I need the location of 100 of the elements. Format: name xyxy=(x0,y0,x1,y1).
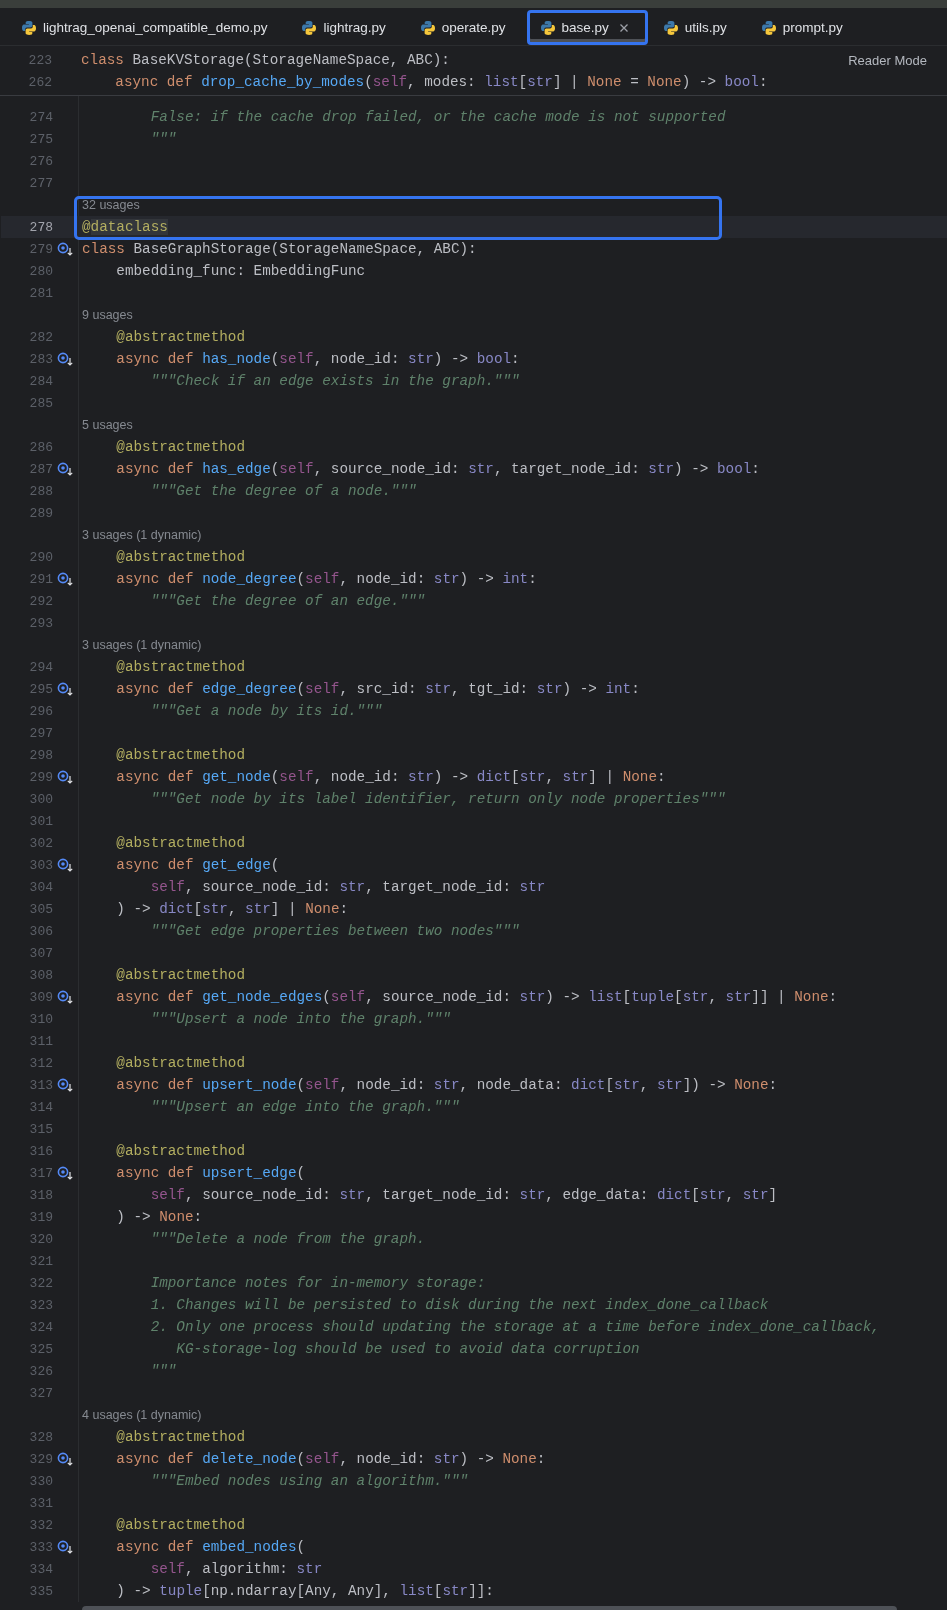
line-number: 321 xyxy=(28,1253,53,1269)
line-number: 327 xyxy=(28,1385,53,1401)
line-number: 305 xyxy=(28,901,53,917)
code-line: async def upsert_node(self, node_id: str, node_data: dict[str, str]) -> None: xyxy=(115,1077,778,1093)
code-line: class BaseGraphStorage(StorageNameSpace, ABC): xyxy=(82,241,477,257)
file-tab[interactable]: lightrag_openai_compatible_demo.py xyxy=(8,10,287,45)
gutter-marker-icon[interactable] xyxy=(57,1078,73,1092)
line-number: 319 xyxy=(28,1209,53,1225)
python-file-icon xyxy=(662,19,679,36)
line-number: 335 xyxy=(28,1583,53,1599)
line-number: 328 xyxy=(28,1429,53,1445)
line-number: 302 xyxy=(28,835,53,851)
gutter-marker-icon[interactable] xyxy=(57,1540,73,1554)
line-number: 290 xyxy=(28,549,53,565)
line-number: 330 xyxy=(28,1473,53,1489)
usage-hint[interactable]: 3 usages (1 dynamic) xyxy=(82,528,202,542)
line-number: 282 xyxy=(28,329,53,345)
usage-hint[interactable]: 4 usages (1 dynamic) xyxy=(82,1408,202,1422)
line-number: 318 xyxy=(28,1187,53,1203)
gutter-marker-icon[interactable] xyxy=(57,990,73,1004)
code-line: @abstractmethod xyxy=(115,549,245,565)
line-number: 262 xyxy=(27,74,52,90)
line-number: 279 xyxy=(28,241,53,257)
code-line: """Check if an edge exists in the graph.""" xyxy=(149,373,520,389)
line-number: 306 xyxy=(28,923,53,939)
code-line: """ xyxy=(149,1363,177,1379)
usage-hint[interactable]: 5 usages xyxy=(82,418,133,432)
code-line: async def upsert_edge( xyxy=(115,1165,306,1181)
line-number: 298 xyxy=(28,747,53,763)
usage-hint[interactable]: 9 usages xyxy=(82,308,133,322)
gutter-marker-icon[interactable] xyxy=(57,572,73,586)
line-number: 303 xyxy=(28,857,53,873)
line-number: 276 xyxy=(28,153,53,169)
line-number: 316 xyxy=(28,1143,53,1159)
code-line: ) -> dict[str, str] | None: xyxy=(115,901,349,917)
code-line: @abstractmethod xyxy=(115,329,245,345)
line-number: 325 xyxy=(28,1341,53,1357)
usage-hint[interactable]: 32 usages xyxy=(82,198,140,212)
line-number: 287 xyxy=(28,461,53,477)
gutter-marker-icon[interactable] xyxy=(57,462,73,476)
line-number: 309 xyxy=(28,989,53,1005)
code-line: async def has_edge(self, source_node_id: str, target_node_id: str) -> bool: xyxy=(115,461,760,477)
line-number: 331 xyxy=(28,1495,53,1511)
file-tab[interactable]: base.py xyxy=(526,10,648,45)
line-number: 288 xyxy=(28,483,53,499)
line-number: 284 xyxy=(28,373,53,389)
python-file-icon xyxy=(21,19,37,36)
code-line: @abstractmethod xyxy=(115,747,245,763)
code-line: async def has_node(self, node_id: str) -> bool: xyxy=(115,351,520,367)
code-line: 1. Changes will be persisted to disk during the next index_done_callback xyxy=(149,1297,769,1313)
code-line: @abstractmethod xyxy=(115,967,245,983)
line-number: 307 xyxy=(28,945,53,961)
code-line: self, source_node_id: str, target_node_id: str xyxy=(149,879,546,895)
gutter-marker-icon[interactable] xyxy=(57,770,73,784)
code-line: class BaseKVStorage(StorageNameSpace, ABC): xyxy=(81,52,450,68)
line-number: 296 xyxy=(28,703,53,719)
file-tab[interactable]: lightrag.py xyxy=(288,10,405,45)
line-number: 286 xyxy=(28,439,53,455)
gutter-marker-icon[interactable] xyxy=(57,242,73,256)
line-number: 274 xyxy=(28,109,53,125)
python-file-icon xyxy=(301,19,318,36)
line-number: 310 xyxy=(28,1011,53,1027)
code-line: @dataclass xyxy=(82,219,168,235)
line-number: 304 xyxy=(28,879,53,895)
close-icon[interactable] xyxy=(618,22,629,33)
code-line: Importance notes for in-memory storage: xyxy=(149,1275,486,1291)
line-number: 301 xyxy=(28,813,53,829)
line-number: 281 xyxy=(28,285,53,301)
file-tab[interactable]: prompt.py xyxy=(747,10,862,45)
code-line: ) -> None: xyxy=(115,1209,203,1225)
code-line: """Get the degree of a node.""" xyxy=(149,483,417,499)
code-line: async def get_node(self, node_id: str) -> dict[str, str] | None: xyxy=(115,769,666,785)
code-line: """ xyxy=(149,131,177,147)
line-number: 311 xyxy=(28,1033,53,1049)
line-number: 308 xyxy=(28,967,53,983)
code-line: @abstractmethod xyxy=(115,659,245,675)
line-number: 313 xyxy=(28,1077,53,1093)
code-line: async def get_node_edges(self, source_node_id: str) -> list[tuple[str, str]] | None: xyxy=(115,989,838,1005)
line-number: 278 xyxy=(28,219,53,235)
line-number: 294 xyxy=(28,659,53,675)
usage-hint[interactable]: 3 usages (1 dynamic) xyxy=(82,638,202,652)
line-number: 324 xyxy=(28,1319,53,1335)
gutter-marker-icon[interactable] xyxy=(57,682,73,696)
line-number: 275 xyxy=(28,131,53,147)
file-tab[interactable]: operate.py xyxy=(406,10,525,45)
file-tab[interactable]: utils.py xyxy=(649,10,746,45)
code-line: async def node_degree(self, node_id: str) -> int: xyxy=(115,571,537,587)
code-line: async def embed_nodes( xyxy=(115,1539,306,1555)
gutter-marker-icon[interactable] xyxy=(57,858,73,872)
code-line: """Get a node by its id.""" xyxy=(149,703,383,719)
code-line: """Embed nodes using an algorithm.""" xyxy=(149,1473,469,1489)
gutter-marker-icon[interactable] xyxy=(57,352,73,366)
gutter-marker-icon[interactable] xyxy=(57,1166,73,1180)
line-number: 320 xyxy=(28,1231,53,1247)
gutter-marker-icon[interactable] xyxy=(57,1452,73,1466)
code-line: async def drop_cache_by_modes(self, modes: list[str] | None = None) -> bool: xyxy=(114,74,768,90)
code-line: @abstractmethod xyxy=(115,439,245,455)
line-number: 283 xyxy=(28,351,53,367)
line-number: 315 xyxy=(28,1121,53,1137)
code-line: async def get_edge( xyxy=(115,857,280,873)
